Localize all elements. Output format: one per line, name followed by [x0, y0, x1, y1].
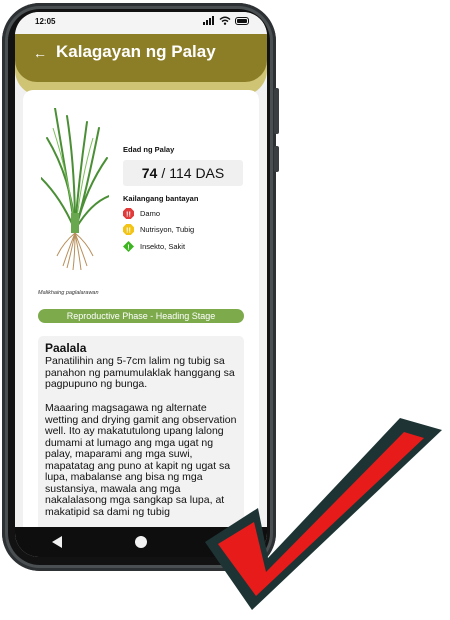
app-header: ← Kalagayan ng Palay [15, 34, 267, 82]
nav-home-icon[interactable] [132, 533, 150, 551]
watch-item-label: Damo [140, 209, 161, 218]
page-title: Kalagayan ng Palay [56, 42, 216, 61]
back-arrow-icon[interactable]: ← [33, 45, 47, 61]
phase-badge: Reproductive Phase - Heading Stage [38, 309, 244, 323]
watch-item-insekto: ! Insekto, Sakit [123, 241, 185, 252]
age-total: 114 DAS [169, 165, 225, 181]
svg-text:!!: !! [126, 225, 131, 234]
watch-label: Kailangang bantayan [123, 194, 199, 203]
wifi-icon [219, 16, 231, 25]
age-label: Edad ng Palay [123, 145, 175, 154]
signal-icon [203, 16, 214, 25]
battery-icon [235, 16, 249, 25]
status-icons [203, 16, 249, 25]
reminder-paragraph-1: Panatilihin ang 5-7cm lalim ng tubig sa … [45, 355, 235, 390]
watch-item-damo: !! Damo [123, 208, 160, 219]
rice-plant-icon [41, 108, 109, 270]
svg-text:!!: !! [126, 209, 131, 218]
status-bar: 12:05 [15, 12, 267, 34]
volume-button [274, 88, 279, 134]
checkmark-icon [205, 418, 442, 610]
power-button [274, 146, 279, 172]
svg-text:!: ! [127, 242, 129, 251]
age-current: 74 [141, 165, 158, 181]
age-separator: / [161, 165, 166, 181]
status-time: 12:05 [35, 17, 56, 26]
nutrition-warning-icon: !! [123, 224, 134, 235]
plant-caption: Malikhaing paglalarawan [38, 290, 99, 296]
watch-item-nutrisyon: !! Nutrisyon, Tubig [123, 224, 194, 235]
age-display: 74 / 114 DAS [123, 160, 243, 186]
reminder-title: Paalala [45, 341, 87, 355]
pest-warning-icon: ! [123, 241, 134, 252]
watch-item-label: Nutrisyon, Tubig [140, 225, 195, 234]
nav-back-icon[interactable] [48, 533, 66, 551]
watch-item-label: Insekto, Sakit [140, 242, 186, 251]
weed-warning-icon: !! [123, 208, 134, 219]
